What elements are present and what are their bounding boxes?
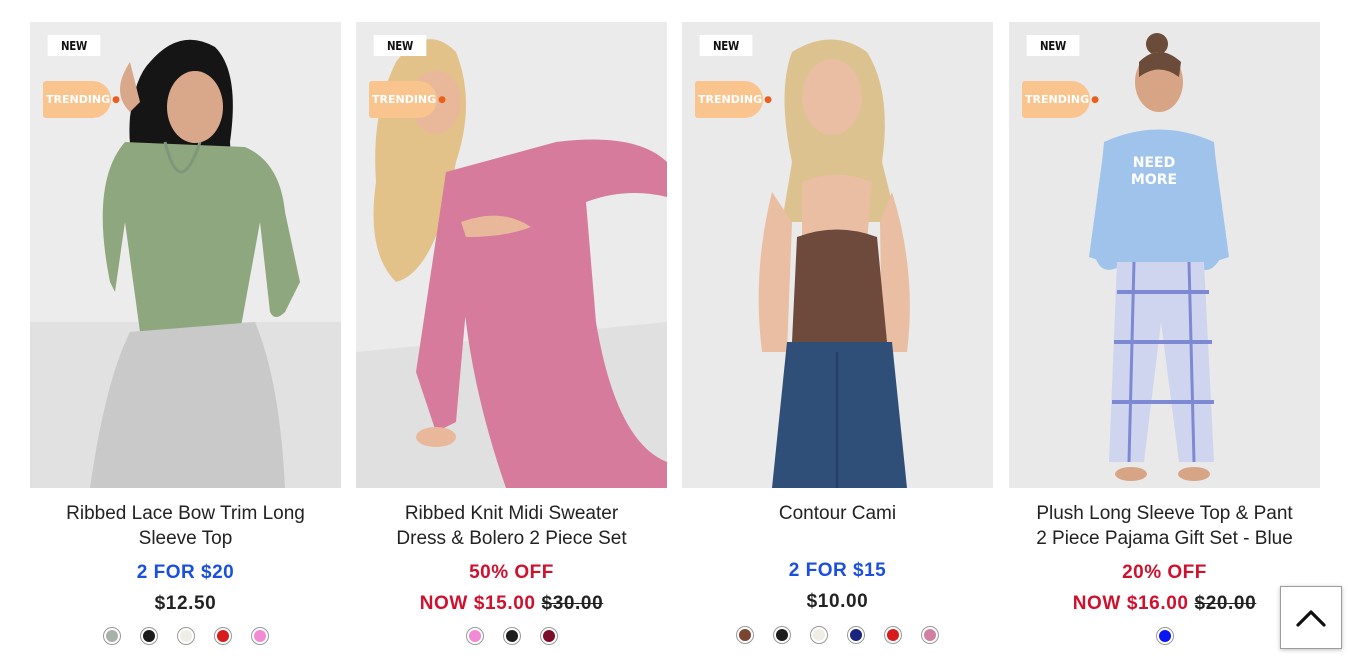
svg-text:MORE: MORE [1131, 172, 1177, 188]
promo-text: 2 FOR $15 [788, 560, 887, 581]
color-swatch[interactable] [176, 627, 195, 645]
product-card[interactable]: NEW TRENDING ● Contour Cami 2 FOR $15 $1… [682, 22, 993, 662]
color-swatch[interactable] [810, 626, 828, 644]
new-badge: NEW [373, 35, 427, 56]
product-title-line[interactable]: Sleeve Top [30, 526, 341, 551]
back-to-top-button[interactable] [1280, 586, 1342, 649]
color-swatch[interactable] [773, 626, 791, 644]
color-swatch[interactable] [213, 627, 232, 645]
product-image[interactable]: NEW TRENDING ● [30, 22, 341, 488]
trending-badge: TRENDING ● [43, 81, 120, 118]
trending-badge: TRENDING ● [695, 81, 772, 118]
product-grid: NEW TRENDING ● Ribbed Lace Bow Trim Long… [30, 22, 1320, 662]
color-swatch[interactable] [736, 626, 754, 644]
product-title-line[interactable]: Plush Long Sleeve Top & Pant [1009, 501, 1320, 526]
product-title[interactable]: Ribbed Lace Bow Trim Long Sleeve Top [30, 501, 341, 551]
sale-price: NOW $15.00 [419, 593, 536, 614]
new-badge: NEW [699, 35, 753, 56]
color-swatch[interactable] [465, 627, 484, 645]
product-price: NOW $15.00 $30.00 [356, 593, 667, 615]
product-price: NOW $16.00 $20.00 [1009, 593, 1320, 615]
color-swatch[interactable] [139, 627, 158, 645]
color-swatch[interactable] [1155, 627, 1174, 645]
color-swatch[interactable] [847, 626, 865, 644]
product-image[interactable]: NEW TRENDING ● [356, 22, 667, 488]
product-image[interactable]: NEED MORE NEW TRENDING ● [1009, 22, 1320, 488]
color-swatch[interactable] [502, 627, 521, 645]
flame-icon: ● [1091, 94, 1100, 105]
product-card[interactable]: NEW TRENDING ● Ribbed Lace Bow Trim Long… [30, 22, 341, 662]
product-title[interactable]: Plush Long Sleeve Top & Pant 2 Piece Paj… [1009, 501, 1320, 551]
color-swatches [30, 627, 341, 645]
flame-icon: ● [112, 94, 121, 105]
sale-price: NOW $16.00 [1072, 593, 1189, 614]
color-swatch[interactable] [250, 627, 269, 645]
product-card[interactable]: NEED MORE NEW TRENDING ● Plush Long Slee… [1009, 22, 1320, 662]
original-price: $20.00 [1194, 593, 1257, 614]
promo-text: 50% OFF [469, 562, 554, 583]
product-price: $10.00 [806, 591, 869, 612]
product-title-line[interactable]: Dress & Bolero 2 Piece Set [356, 526, 667, 551]
product-title-line[interactable]: Ribbed Knit Midi Sweater [356, 501, 667, 526]
color-swatches [682, 626, 993, 644]
color-swatch[interactable] [102, 627, 121, 645]
flame-icon: ● [438, 94, 447, 105]
color-swatches [1009, 627, 1320, 645]
trending-badge: TRENDING ● [369, 81, 446, 118]
color-swatches [356, 627, 667, 645]
product-title[interactable]: Contour Cami [682, 501, 993, 526]
color-swatch[interactable] [921, 626, 939, 644]
chevron-up-icon [1296, 609, 1326, 627]
original-price: $30.00 [541, 593, 604, 614]
color-swatch[interactable] [539, 627, 558, 645]
trending-label: TRENDING [698, 93, 763, 106]
new-badge: NEW [47, 35, 101, 56]
trending-badge: TRENDING ● [1022, 81, 1099, 118]
product-title-line[interactable]: 2 Piece Pajama Gift Set - Blue [1009, 526, 1320, 551]
flame-icon: ● [764, 94, 773, 105]
trending-label: TRENDING [372, 93, 437, 106]
product-title[interactable]: Ribbed Knit Midi Sweater Dress & Bolero … [356, 501, 667, 551]
product-title-line[interactable]: Contour Cami [682, 501, 993, 526]
product-image[interactable]: NEW TRENDING ● [682, 22, 993, 488]
product-card[interactable]: NEW TRENDING ● Ribbed Knit Midi Sweater … [356, 22, 667, 662]
promo-text: 2 FOR $20 [136, 562, 235, 583]
color-swatch[interactable] [884, 626, 902, 644]
promo-text: 20% OFF [1122, 562, 1207, 583]
product-price: $12.50 [154, 593, 217, 614]
trending-label: TRENDING [46, 93, 111, 106]
trending-label: TRENDING [1025, 93, 1090, 106]
product-title-line[interactable]: Ribbed Lace Bow Trim Long [30, 501, 341, 526]
svg-text:NEED: NEED [1133, 155, 1175, 171]
new-badge: NEW [1026, 35, 1080, 56]
